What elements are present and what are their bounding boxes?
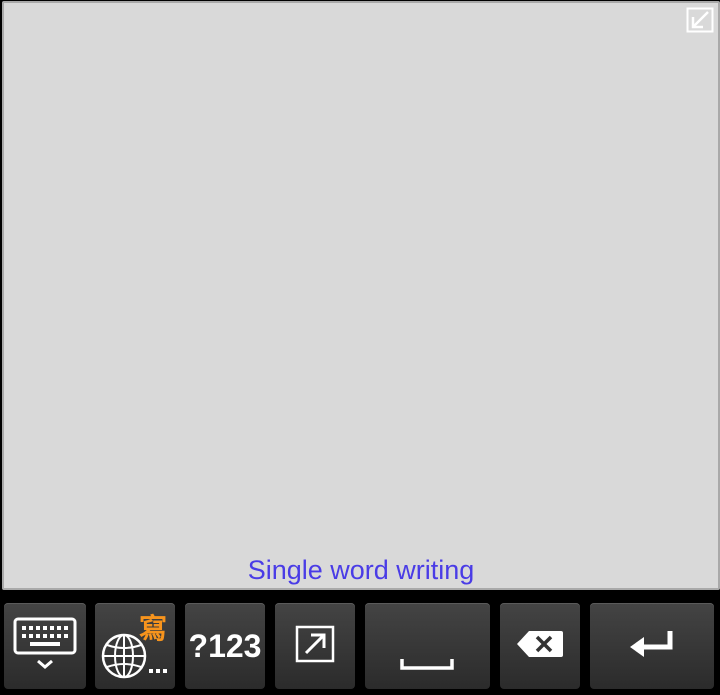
language-switch-button[interactable]: 寫	[95, 603, 175, 689]
space-button[interactable]	[365, 603, 490, 689]
backspace-icon	[515, 629, 565, 664]
symbols-button[interactable]: ?123	[185, 603, 265, 689]
more-dots-icon	[149, 661, 167, 679]
keyboard-hide-icon	[12, 616, 78, 677]
expand-button[interactable]	[275, 603, 355, 689]
enter-button[interactable]	[590, 603, 714, 689]
language-badge: 寫	[138, 612, 167, 645]
handwriting-pad[interactable]: Single word writing	[2, 1, 720, 590]
backspace-button[interactable]	[500, 603, 580, 689]
space-bar-icon	[400, 657, 454, 675]
collapse-arrow-icon[interactable]	[686, 7, 714, 33]
writing-mode-label: Single word writing	[247, 555, 475, 585]
keyboard-toolbar: 寫 ?123	[0, 590, 720, 695]
expand-arrow-icon	[295, 625, 335, 668]
hide-keyboard-button[interactable]	[4, 603, 86, 689]
enter-icon	[628, 629, 676, 664]
